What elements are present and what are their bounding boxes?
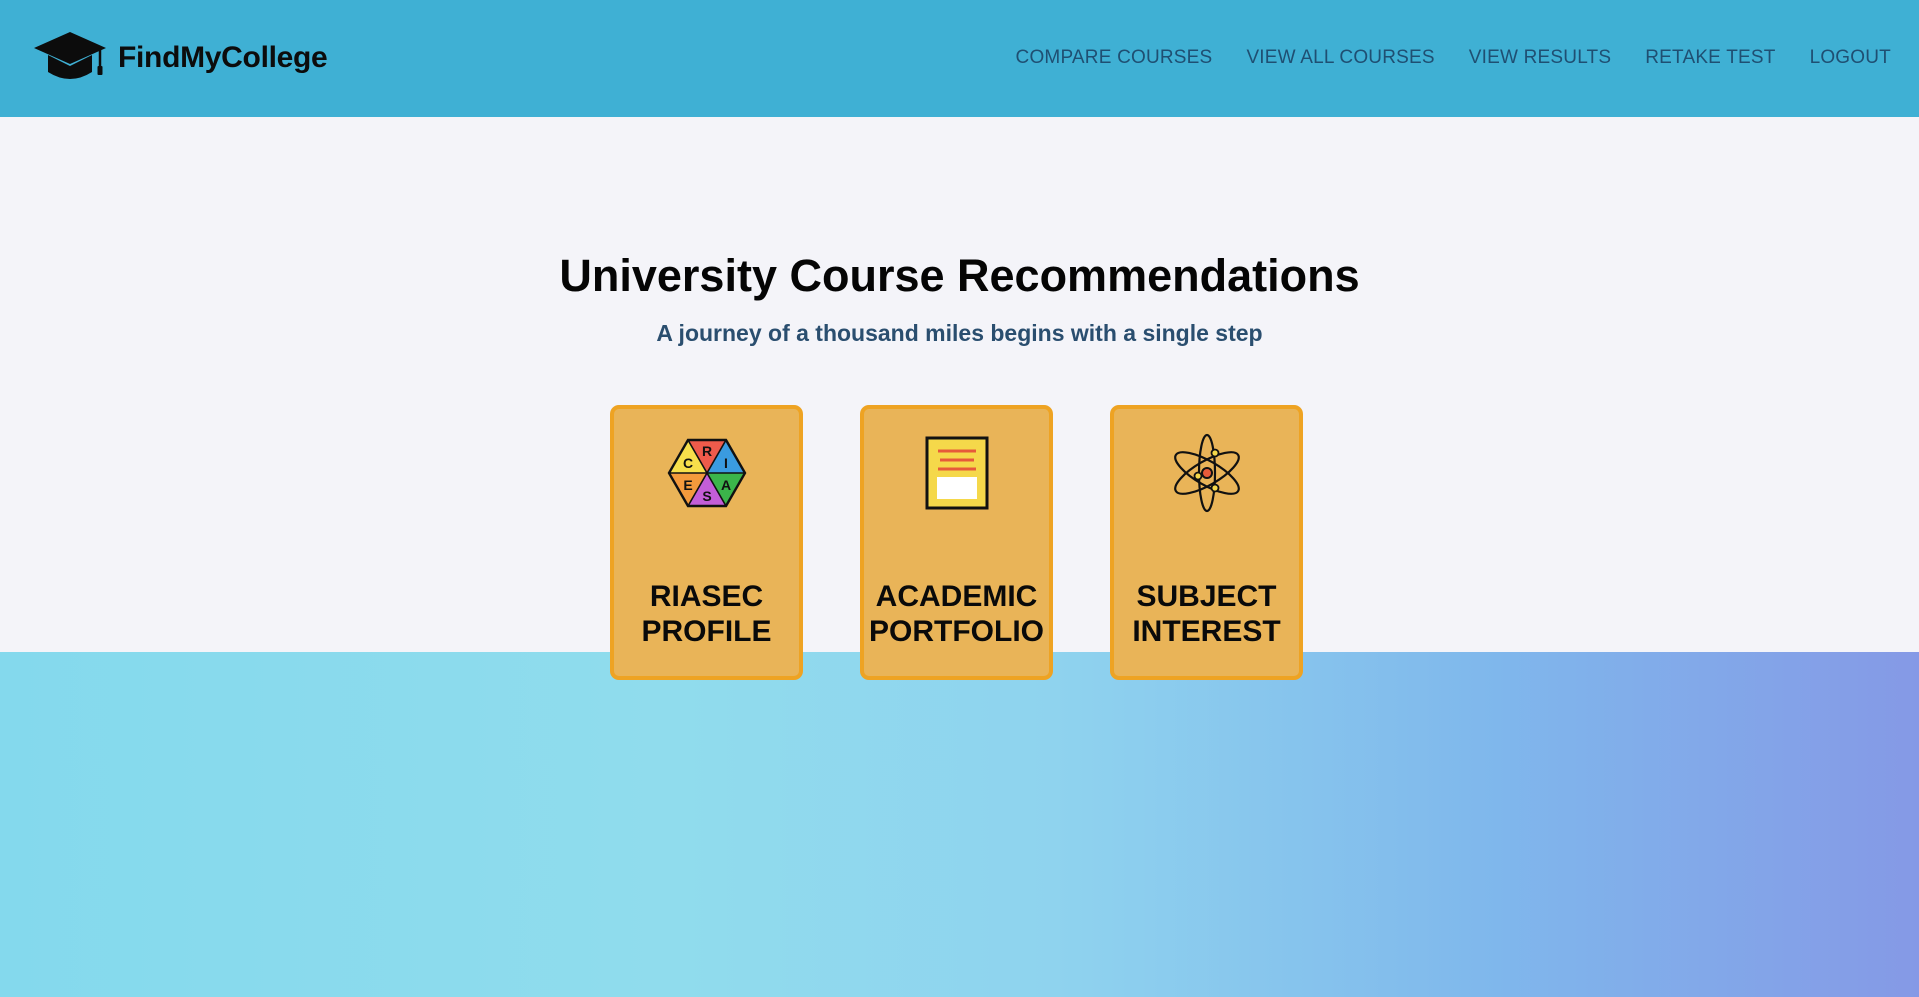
atom-icon bbox=[1162, 431, 1252, 515]
riasec-letter-r: R bbox=[701, 443, 711, 459]
page-subtitle: A journey of a thousand miles begins wit… bbox=[656, 320, 1263, 346]
academic-portfolio-label: ACADEMIC PORTFOLIO bbox=[869, 580, 1044, 648]
academic-portfolio-card[interactable]: ACADEMIC PORTFOLIO bbox=[860, 405, 1053, 680]
riasec-hexagon-icon: R I A S E C bbox=[662, 431, 752, 515]
nav-view-results[interactable]: VIEW RESULTS bbox=[1469, 47, 1611, 69]
top-navbar: FindMyCollege COMPARE COURSES VIEW ALL C… bbox=[0, 0, 1919, 117]
nav-retake-test[interactable]: RETAKE TEST bbox=[1645, 47, 1775, 69]
gradient-band bbox=[0, 652, 1919, 997]
riasec-letter-c: C bbox=[682, 455, 692, 471]
brand-name: FindMyCollege bbox=[118, 41, 328, 74]
riasec-profile-label: RIASEC PROFILE bbox=[641, 580, 772, 648]
riasec-letter-i: I bbox=[724, 455, 728, 471]
riasec-letter-a: A bbox=[720, 477, 730, 493]
main-nav: COMPARE COURSES VIEW ALL COURSES VIEW RE… bbox=[1016, 0, 1891, 115]
nav-compare-courses[interactable]: COMPARE COURSES bbox=[1016, 47, 1213, 69]
brand-home-link[interactable]: FindMyCollege bbox=[32, 18, 328, 98]
nav-logout[interactable]: LOGOUT bbox=[1810, 47, 1891, 69]
riasec-profile-card[interactable]: R I A S E C RIASEC PROFILE bbox=[610, 405, 803, 680]
document-icon bbox=[912, 431, 1002, 515]
subject-interest-card[interactable]: SUBJECT INTEREST bbox=[1110, 405, 1303, 680]
riasec-letter-s: S bbox=[702, 488, 711, 504]
subject-interest-label: SUBJECT INTEREST bbox=[1132, 580, 1281, 648]
page-title: University Course Recommendations bbox=[559, 250, 1360, 301]
nav-view-all-courses[interactable]: VIEW ALL COURSES bbox=[1246, 47, 1434, 69]
graduation-cap-icon bbox=[34, 32, 106, 79]
riasec-letter-e: E bbox=[683, 477, 692, 493]
